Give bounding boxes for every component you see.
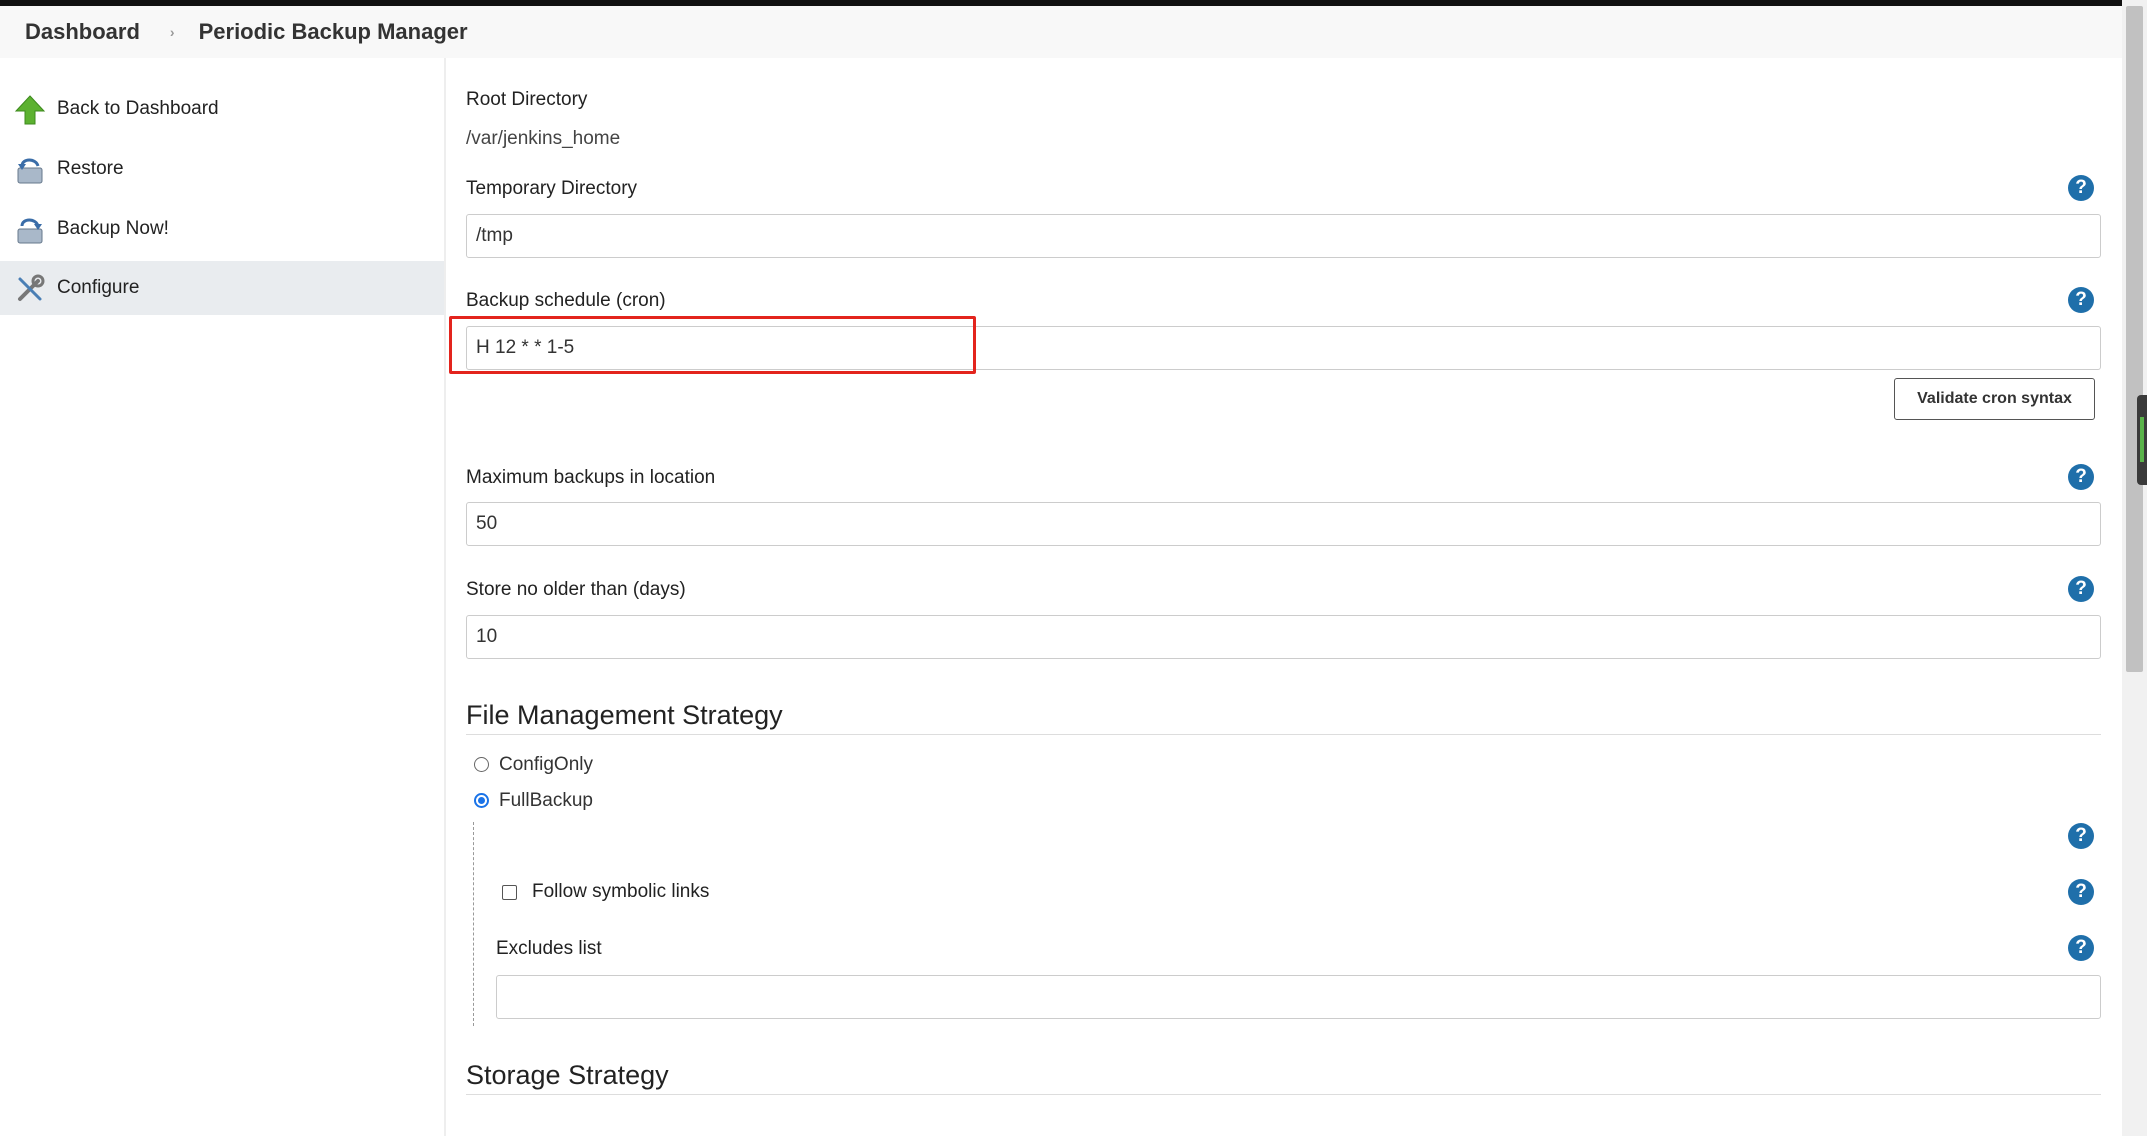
backup-schedule-label: Backup schedule (cron) [466,290,666,311]
config-only-label[interactable]: ConfigOnly [499,754,593,776]
side-dock-widget[interactable] [2137,395,2147,485]
temporary-directory-label: Temporary Directory [466,178,638,199]
full-backup-options-indent [473,822,474,1026]
follow-symbolic-links-label[interactable]: Follow symbolic links [532,881,709,903]
root-directory-label: Root Directory [466,89,588,110]
store-no-older-label: Store no older than (days) [466,579,686,600]
root-directory-value: /var/jenkins_home [466,128,621,149]
restore-icon [17,158,43,184]
backup-icon [17,218,43,244]
temporary-directory-help-icon[interactable]: ? [2068,175,2094,201]
section-divider [466,734,2101,735]
breadcrumb: Dashboard › Periodic Backup Manager [0,6,2122,58]
section-divider [466,1094,2101,1095]
max-backups-input[interactable] [466,502,2101,546]
sidebar-item-backup-now[interactable]: Backup Now! [0,202,444,256]
excludes-list-label: Excludes list [496,938,602,959]
follow-symbolic-links-help-icon[interactable]: ? [2068,879,2094,905]
sidebar-item-label: Configure [57,277,140,298]
excludes-list-input[interactable] [496,975,2101,1019]
scrollbar-thumb[interactable] [2126,6,2143,672]
max-backups-help-icon[interactable]: ? [2068,464,2094,490]
configure-tools-icon [18,274,45,301]
backup-schedule-help-icon[interactable]: ? [2068,287,2094,313]
follow-symbolic-links-checkbox[interactable] [502,885,517,900]
full-backup-label[interactable]: FullBackup [499,790,593,812]
temporary-directory-input[interactable] [466,214,2101,258]
breadcrumb-dashboard-link[interactable]: Dashboard [25,19,140,45]
file-management-strategy-heading: File Management Strategy [466,700,783,730]
validate-cron-syntax-button[interactable]: Validate cron syntax [1894,378,2095,420]
full-backup-radio[interactable] [474,793,489,808]
sidebar-item-restore[interactable]: Restore [0,142,444,196]
breadcrumb-current-page[interactable]: Periodic Backup Manager [199,19,468,45]
store-no-older-help-icon[interactable]: ? [2068,576,2094,602]
page-scrollbar[interactable] [2122,0,2147,1136]
sidebar-item-label: Back to Dashboard [57,98,219,119]
max-backups-label: Maximum backups in location [466,467,716,488]
breadcrumb-separator-icon: › [169,24,175,40]
storage-strategy-heading: Storage Strategy [466,1060,669,1090]
highlight-box [449,316,976,374]
sidebar-item-back-to-dashboard[interactable]: Back to Dashboard [0,82,444,136]
sidebar-item-label: Backup Now! [57,218,169,239]
config-only-radio[interactable] [474,757,489,772]
sidebar-item-label: Restore [57,158,124,179]
store-no-older-input[interactable] [466,615,2101,659]
full-backup-help-icon[interactable]: ? [2068,823,2094,849]
sidebar-item-configure[interactable]: Configure [0,261,444,315]
excludes-list-help-icon[interactable]: ? [2068,935,2094,961]
green-up-arrow-icon [14,95,46,125]
